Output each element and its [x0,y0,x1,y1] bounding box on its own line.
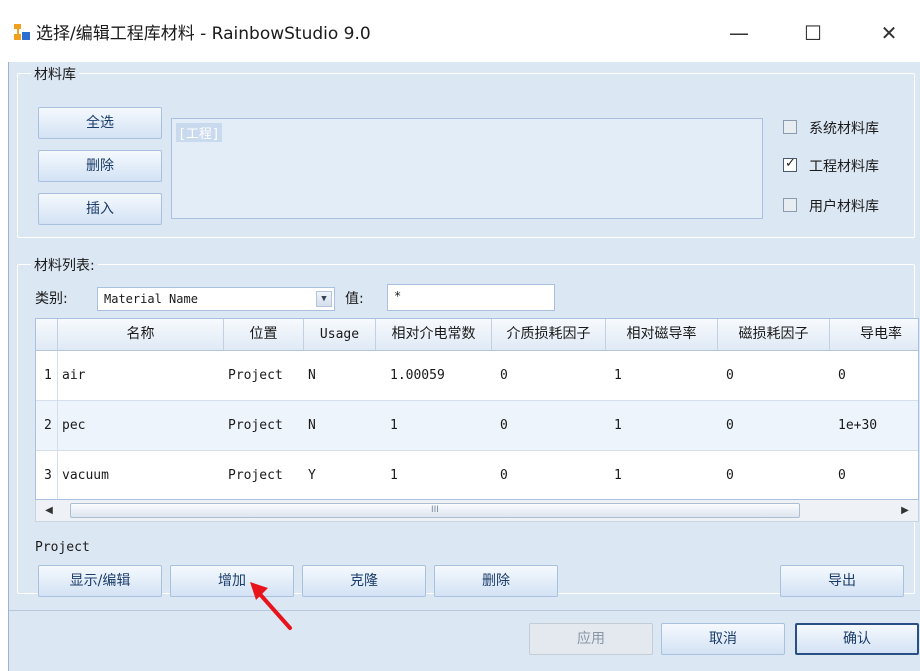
close-button[interactable]: ✕ [874,20,904,50]
library-list-item[interactable]: [工程] [176,123,222,142]
row-number: 3 [36,451,58,499]
delete-material-button[interactable]: 删除 [434,565,558,597]
cell-usage[interactable]: N [304,351,376,401]
library-legend: 材料库 [31,64,79,84]
cell-location[interactable]: Project [224,451,304,499]
user-library-label: 用户材料库 [809,199,879,215]
apply-button[interactable]: 应用 [529,623,653,655]
cell-location[interactable]: Project [224,351,304,401]
clone-button[interactable]: 克隆 [302,565,426,597]
column-header-conductivity[interactable]: 导电率 [830,319,918,351]
export-button[interactable]: 导出 [780,565,904,597]
category-label: 类别: [35,291,68,307]
column-header-permeability[interactable]: 相对磁导率 [606,319,718,351]
project-library-checkbox[interactable] [783,156,797,172]
category-value: Material Name [104,292,198,306]
scroll-thumb[interactable]: III [70,503,800,518]
cell-conductivity[interactable]: 0 [834,351,918,401]
row-number: 2 [36,401,58,451]
cell-location[interactable]: Project [224,401,304,451]
confirm-button[interactable]: 确认 [795,623,919,655]
table-row[interactable]: 1 air Project N 1.00059 0 1 0 0 [36,351,918,401]
chevron-down-icon[interactable]: ▼ [316,291,332,307]
table-row[interactable]: 3 vacuum Project Y 1 0 1 0 0 [36,451,918,499]
column-header-name[interactable]: 名称 [58,319,224,351]
project-library-label: 工程材料库 [809,159,879,175]
cell-name[interactable]: air [58,351,224,401]
scroll-right-icon[interactable]: ▶ [898,504,912,518]
category-select[interactable]: Material Name ▼ [97,287,335,311]
cell-dielectric-loss[interactable]: 0 [496,351,606,401]
maximize-button[interactable]: ☐ [798,20,828,50]
window-title: 选择/编辑工程库材料 - RainbowStudio 9.0 [36,24,371,44]
table-row[interactable]: 2 pec Project N 1 0 1 0 1e+30 [36,401,918,451]
location-status: Project [35,540,90,555]
scroll-grip: III [431,505,439,515]
dialog-body: 材料库 全选 删除 插入 [工程] 系统材料库 工程材料库 用户材料库 材料列表… [8,62,920,671]
value-input[interactable]: * [387,284,555,311]
materials-table[interactable]: 名称 位置 Usage 相对介电常数 介质损耗因子 相对磁导率 磁损耗因子 导电… [35,318,919,500]
column-header-magnetic-loss[interactable]: 磁损耗因子 [718,319,830,351]
annotation-arrow-icon [250,582,292,630]
system-library-label: 系统材料库 [809,121,879,137]
materials-legend: 材料列表: [31,255,98,275]
cell-permeability[interactable]: 1 [610,351,718,401]
cell-conductivity[interactable]: 0 [834,451,918,499]
cell-permittivity[interactable]: 1 [386,401,492,451]
row-header-corner [36,319,58,351]
column-header-usage[interactable]: Usage [304,319,376,351]
library-list[interactable]: [工程] [171,118,763,219]
row-number: 1 [36,351,58,401]
cancel-button[interactable]: 取消 [661,623,785,655]
column-header-location[interactable]: 位置 [224,319,304,351]
column-header-permittivity[interactable]: 相对介电常数 [376,319,492,351]
delete-library-button[interactable]: 删除 [38,150,162,182]
cell-magnetic-loss[interactable]: 0 [722,351,830,401]
insert-library-button[interactable]: 插入 [38,193,162,225]
cell-usage[interactable]: N [304,401,376,451]
cell-name[interactable]: pec [58,401,224,451]
footer-divider [9,610,920,611]
horizontal-scrollbar[interactable]: ◀ III ▶ [35,500,919,522]
cell-magnetic-loss[interactable]: 0 [722,451,830,499]
cell-permittivity[interactable]: 1.00059 [386,351,492,401]
cell-dielectric-loss[interactable]: 0 [496,451,606,499]
cell-permeability[interactable]: 1 [610,401,718,451]
scroll-left-icon[interactable]: ◀ [42,504,56,518]
user-library-checkbox[interactable] [783,198,797,212]
cell-permeability[interactable]: 1 [610,451,718,499]
cell-name[interactable]: vacuum [58,451,224,499]
show-edit-button[interactable]: 显示/编辑 [38,565,162,597]
value-label: 值: [345,291,364,307]
cell-magnetic-loss[interactable]: 0 [722,401,830,451]
system-library-checkbox[interactable] [783,120,797,134]
cell-permittivity[interactable]: 1 [386,451,492,499]
cell-conductivity[interactable]: 1e+30 [834,401,918,451]
app-icon [14,24,30,40]
cell-dielectric-loss[interactable]: 0 [496,401,606,451]
select-all-button[interactable]: 全选 [38,107,162,139]
column-header-dielectric-loss[interactable]: 介质损耗因子 [492,319,606,351]
cell-usage[interactable]: Y [304,451,376,499]
title-bar: 选择/编辑工程库材料 - RainbowStudio 9.0 — ☐ ✕ [0,0,920,62]
minimize-button[interactable]: — [724,20,754,50]
